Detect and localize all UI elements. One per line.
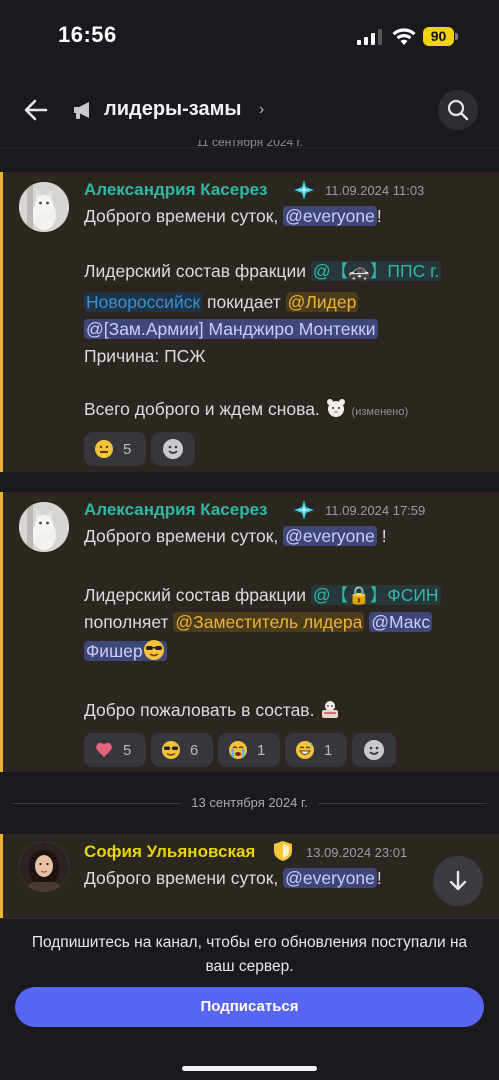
reactions-bar: 5	[84, 432, 195, 466]
message-line: Доброго времени суток, @everyone!	[84, 868, 382, 888]
role-mention-pps[interactable]: @【🚓】ППС г.	[310, 261, 442, 281]
cat-avatar-icon	[19, 182, 69, 232]
reaction-chip[interactable]: 1	[285, 733, 347, 767]
home-indicator[interactable]	[182, 1066, 317, 1071]
avatar[interactable]	[19, 182, 69, 232]
message-line: Добро пожаловать в состав.	[84, 697, 341, 723]
message-line: Новороссийск покидает @Лидер	[84, 292, 359, 312]
message-line: пополняет @Заместитель лидера @Макс	[84, 612, 433, 632]
add-reaction-icon	[163, 439, 183, 459]
sunglasses-face-icon	[162, 741, 180, 759]
add-reaction-icon	[364, 740, 384, 760]
message-author[interactable]: Александрия Касерез	[84, 500, 267, 520]
message-line: Всего доброго и ждем снова. (изменено)	[84, 399, 409, 419]
bear-emoji-icon	[326, 399, 345, 417]
edited-label: (изменено)	[351, 406, 409, 418]
everyone-mention[interactable]: @everyone	[283, 868, 377, 888]
user-mention[interactable]: Фишер	[84, 640, 167, 661]
crystal-badge-icon[interactable]	[293, 499, 315, 521]
welcome-sticker-icon	[322, 701, 339, 718]
reaction-chip[interactable]: 6	[151, 733, 213, 767]
add-reaction-button[interactable]	[352, 733, 396, 767]
message-author[interactable]: Александрия Касерез	[84, 180, 267, 200]
crystal-badge-icon[interactable]	[293, 179, 315, 201]
role-mention-fsin[interactable]: @【🔒】ФСИН	[310, 585, 441, 605]
arrow-down-icon	[449, 870, 467, 891]
date-separator-top: 11 сентября 2024 г.	[196, 140, 303, 149]
message-highlighted[interactable]: София Ульяновская 13.09.2024 23:01 Добро…	[0, 834, 499, 918]
reaction-chip[interactable]: 5	[84, 733, 146, 767]
message-line: Лидерский состав фракции @【🔒】ФСИН	[84, 585, 441, 605]
message-line: @[Зам.Армии] Манджиро Монтекки	[84, 316, 378, 342]
cat-avatar-icon	[19, 502, 69, 552]
subscribe-footer: Подпишитесь на канал, чтобы его обновлен…	[0, 918, 499, 1080]
sunglasses-emoji-icon	[143, 640, 164, 660]
reactions-bar: 5 6 1 1	[84, 733, 396, 767]
user-mention[interactable]: @[Зам.Армии] Манджиро Монтекки	[84, 319, 378, 339]
message-author[interactable]: София Ульяновская	[84, 842, 255, 862]
heart-icon	[96, 742, 112, 757]
message-line: Причина: ПСЖ	[84, 346, 206, 366]
message-line: Лидерский состав фракции @【🚓】ППС г.	[84, 261, 442, 281]
user-mention[interactable]: @Макс	[369, 612, 433, 632]
search-button[interactable]	[438, 90, 478, 130]
sweat-smile-face-icon	[296, 741, 314, 759]
everyone-mention[interactable]: @everyone	[283, 526, 377, 546]
announcement-channel-icon	[74, 102, 89, 119]
date-separator: 13 сентября 2024 г.	[0, 795, 499, 810]
search-icon	[447, 99, 469, 121]
reaction-chip[interactable]: 5	[84, 432, 146, 466]
user-avatar-photo	[19, 842, 69, 892]
wifi-icon	[392, 28, 416, 45]
status-bar: 16:56 90	[0, 0, 499, 74]
role-mention-leader[interactable]: @Лидер	[285, 292, 359, 312]
reaction-chip[interactable]: 1	[218, 733, 280, 767]
message-line: Фишер	[84, 638, 167, 664]
role-mention-deputy[interactable]: @Заместитель лидера	[173, 612, 365, 632]
subscribe-button[interactable]: Подписаться	[15, 987, 484, 1027]
everyone-mention[interactable]: @everyone	[283, 206, 377, 226]
subscribe-notice: Подпишитесь на канал, чтобы его обновлен…	[31, 934, 468, 975]
battery-level: 90	[423, 27, 454, 46]
grimacing-face-icon	[95, 440, 113, 458]
message-line: Доброго времени суток, @everyone!	[84, 206, 382, 226]
avatar[interactable]	[19, 502, 69, 552]
status-time: 16:56	[58, 22, 117, 47]
message-line: Доброго времени суток, @everyone !	[84, 526, 387, 546]
cellular-signal-icon	[357, 29, 382, 45]
message-timestamp: 11.09.2024 11:03	[325, 183, 425, 198]
message-timestamp: 13.09.2024 23:01	[306, 845, 408, 860]
crying-face-icon	[229, 741, 247, 759]
role-mention-pps[interactable]: Новороссийск	[84, 292, 203, 312]
channel-name[interactable]: лидеры-замы	[104, 98, 241, 121]
scroll-to-bottom-button[interactable]	[433, 856, 483, 906]
gold-shield-badge-icon[interactable]	[272, 840, 294, 862]
back-arrow-icon[interactable]	[20, 94, 52, 126]
battery-indicator: 90	[423, 27, 459, 47]
message-highlighted[interactable]: Александрия Касерез 11.09.2024 11:03 Доб…	[0, 172, 499, 472]
add-reaction-button[interactable]	[151, 432, 195, 466]
avatar[interactable]	[19, 842, 69, 892]
chevron-right-icon[interactable]: ›	[259, 101, 264, 119]
message-highlighted[interactable]: Александрия Касерез 11.09.2024 17:59 Доб…	[0, 492, 499, 772]
channel-header: лидеры-замы ›	[0, 74, 499, 148]
message-timestamp: 11.09.2024 17:59	[325, 503, 426, 518]
